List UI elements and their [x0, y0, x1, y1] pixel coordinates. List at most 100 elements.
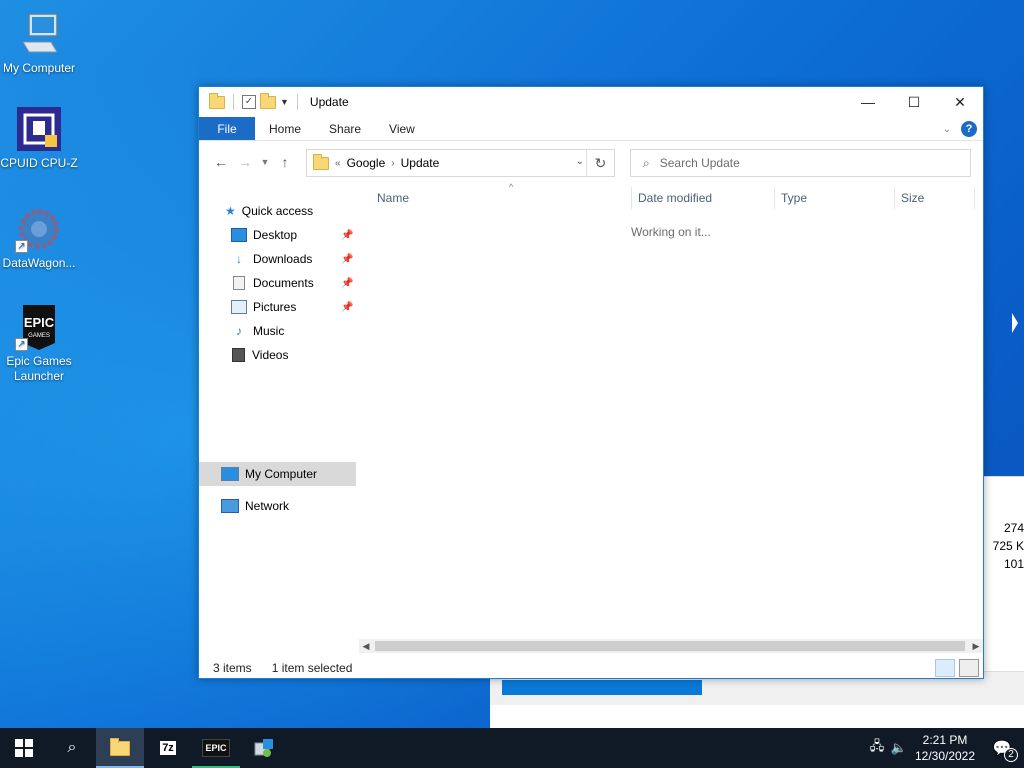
new-folder-icon[interactable]: [260, 92, 276, 109]
breadcrumb-google[interactable]: Google: [347, 156, 386, 170]
bg-value: 101: [1003, 557, 1024, 571]
desktop-icon-epic-games[interactable]: EPIC GAMES ↗ Epic Games Launcher: [0, 303, 78, 384]
taskbar-7zip[interactable]: 7z: [144, 728, 192, 768]
search-box[interactable]: ⌕ Search Update: [630, 149, 971, 177]
progress-bar: [502, 680, 702, 695]
taskbar-file-explorer[interactable]: [96, 728, 144, 768]
column-header-type[interactable]: Type: [775, 187, 893, 209]
system-tray: 🖧 🔈 2:21 PM 12/30/2022 💬 2: [866, 728, 1024, 768]
document-icon: [233, 276, 245, 290]
title-bar[interactable]: ✓ ▼ Update — ☐ ✕: [199, 87, 983, 117]
large-icons-view-icon[interactable]: [959, 659, 979, 677]
help-icon[interactable]: ?: [961, 121, 977, 137]
folder-icon: [110, 737, 130, 756]
tab-share[interactable]: Share: [315, 117, 375, 140]
desktop-icon-label: Epic Games Launcher: [6, 354, 72, 383]
selection-count: 1 item selected: [271, 661, 353, 675]
start-button[interactable]: [0, 728, 48, 768]
address-bar[interactable]: « Google › Update ⌄ ↻: [306, 149, 615, 177]
nav-music[interactable]: ♪ Music: [231, 320, 284, 342]
search-button[interactable]: ⌕: [48, 728, 96, 768]
epic-logo-text: EPIC: [24, 315, 55, 330]
loading-message: Working on it...: [631, 225, 711, 239]
taskbar-epic-games[interactable]: EPIC: [192, 728, 240, 768]
desktop-icon-label: My Computer: [2, 61, 76, 75]
minimize-button[interactable]: —: [845, 87, 891, 117]
datawagon-icon: ↗: [15, 205, 63, 253]
network-tray-icon[interactable]: 🖧: [866, 737, 888, 759]
computer-icon: [221, 467, 239, 481]
quick-access-toolbar: ✓ ▼: [199, 92, 302, 110]
folder-icon: [313, 153, 329, 170]
pin-icon[interactable]: 📌: [341, 230, 353, 241]
epic-games-icon: EPIC GAMES ↗: [15, 303, 63, 351]
taskbar: ⌕ 7z EPIC 🖧 🔈 2:21 PM 12/30/2022 💬 2: [0, 728, 1024, 768]
epic-logo-subtext: GAMES: [28, 333, 50, 339]
folder-icon: [209, 92, 225, 109]
volume-icon[interactable]: 🔈: [888, 740, 910, 756]
tab-home[interactable]: Home: [255, 117, 315, 140]
notification-center-button[interactable]: 💬 2: [980, 728, 1024, 768]
tab-file[interactable]: File: [199, 117, 255, 140]
ribbon-tabs: File Home Share View ⌄ ?: [199, 117, 983, 141]
scroll-right-icon[interactable]: ▶: [969, 639, 983, 653]
pin-icon[interactable]: 📌: [341, 278, 353, 289]
navigation-pane: ★ Quick access Desktop 📌 ↓ Downloads 📌 D…: [199, 183, 356, 653]
computer-icon: [15, 10, 63, 58]
maximize-button[interactable]: ☐: [891, 87, 937, 117]
desktop-icon-cpuz[interactable]: CPUID CPU-Z: [0, 105, 78, 171]
pin-icon[interactable]: 📌: [341, 302, 353, 313]
search-icon: ⌕: [67, 739, 77, 756]
star-icon: ★: [225, 204, 236, 218]
sort-ascending-icon: ^: [509, 182, 514, 192]
content-area: ★ Quick access Desktop 📌 ↓ Downloads 📌 D…: [199, 182, 983, 653]
file-explorer-window: ✓ ▼ Update — ☐ ✕ File Home Share View ⌄ …: [198, 86, 984, 679]
pin-icon[interactable]: 📌: [341, 254, 353, 265]
nav-my-computer[interactable]: My Computer: [221, 463, 317, 485]
desktop-icon-my-computer[interactable]: My Computer: [0, 10, 78, 76]
column-header-date-modified[interactable]: Date modified: [632, 187, 774, 209]
horizontal-scrollbar[interactable]: ◀ ▶: [359, 639, 983, 653]
details-view-icon[interactable]: [935, 659, 955, 677]
shortcut-arrow-icon: ↗: [15, 338, 28, 351]
pictures-icon: [231, 300, 247, 314]
taskbar-setup-app[interactable]: [240, 728, 288, 768]
chevron-right-icon[interactable]: ›: [391, 158, 394, 169]
scrollbar-thumb[interactable]: [375, 641, 965, 651]
epic-games-icon: EPIC: [202, 739, 230, 757]
scroll-left-icon[interactable]: ◀: [359, 639, 373, 653]
overflow-icon[interactable]: «: [335, 158, 341, 169]
windows-logo-icon: [15, 739, 33, 757]
column-header-size[interactable]: Size: [895, 187, 973, 209]
recent-locations-icon[interactable]: ▼: [257, 157, 273, 167]
clock[interactable]: 2:21 PM 12/30/2022: [910, 732, 980, 764]
notification-badge: 2: [1004, 748, 1018, 762]
close-button[interactable]: ✕: [937, 87, 983, 117]
clock-time: 2:21 PM: [922, 733, 968, 747]
desktop-icon-datawagon[interactable]: ↗ DataWagon...: [0, 205, 78, 271]
search-input[interactable]: Search Update: [660, 156, 740, 170]
up-button[interactable]: ↑: [273, 154, 297, 170]
back-button[interactable]: ←: [209, 154, 233, 170]
film-icon: [232, 348, 245, 362]
column-header-name[interactable]: Name ^: [371, 182, 629, 209]
search-icon: ⌕: [643, 155, 650, 170]
properties-icon[interactable]: ✓: [242, 95, 256, 109]
address-dropdown-icon[interactable]: ⌄: [576, 156, 584, 167]
tab-view[interactable]: View: [375, 117, 429, 140]
desktop-icon: [231, 228, 247, 242]
refresh-icon[interactable]: ↻: [586, 150, 614, 176]
nav-videos[interactable]: Videos: [231, 344, 288, 366]
forward-button[interactable]: →: [233, 154, 257, 170]
nav-quick-access[interactable]: ★ Quick access: [225, 200, 313, 222]
7zip-icon: 7z: [160, 741, 176, 755]
file-list[interactable]: Name ^ Date modified Type Size Working o…: [359, 182, 983, 653]
cpuz-icon: [15, 105, 63, 153]
music-note-icon: ♪: [236, 324, 242, 338]
breadcrumb-update[interactable]: Update: [401, 156, 440, 170]
shortcut-arrow-icon: ↗: [15, 240, 28, 253]
nav-network[interactable]: Network: [221, 495, 289, 517]
download-arrow-icon: ↓: [236, 252, 242, 266]
expand-ribbon-icon[interactable]: ⌄: [943, 124, 951, 135]
customize-dropdown-icon[interactable]: ▼: [280, 97, 289, 107]
